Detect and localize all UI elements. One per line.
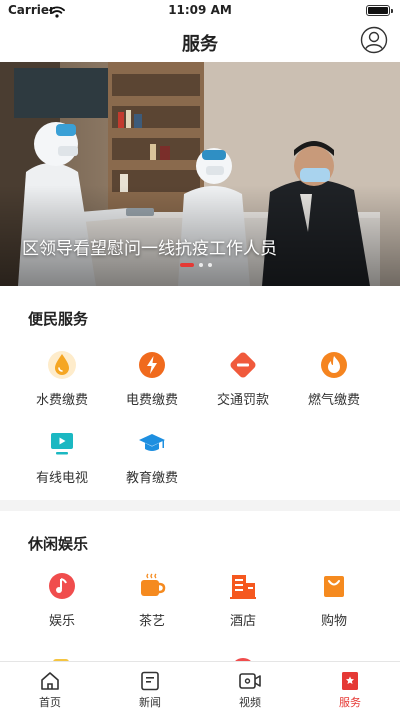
section-title: 休闲娱乐: [28, 535, 89, 553]
leisure-item-label: 酒店: [229, 614, 256, 629]
tab-label: 服务: [339, 696, 361, 709]
leisure-item-hotel[interactable]: 酒店: [193, 571, 293, 641]
tab-label: 首页: [39, 696, 61, 709]
leisure-item-label: 购物: [320, 614, 347, 629]
battery-icon: [366, 5, 393, 16]
service-item-label: 交通罚款: [216, 393, 269, 408]
service-item-traffic-fine[interactable]: 交通罚款: [193, 350, 293, 420]
convenience-services-section: 便民服务 水费缴费 电费缴费 交通罚款 燃气缴费 有线电视 教育缴费: [0, 286, 400, 500]
service-item-cable-tv[interactable]: 有线电视: [12, 428, 112, 498]
lightning-icon: [139, 352, 165, 378]
leisure-item-entertainment[interactable]: 娱乐: [12, 571, 112, 641]
pagination-dot-2[interactable]: [199, 263, 203, 267]
tab-label: 新闻: [139, 696, 161, 709]
leisure-item-shopping[interactable]: 购物: [284, 571, 384, 641]
tab-services[interactable]: 服务: [300, 670, 400, 710]
service-item-label: 有线电视: [35, 471, 88, 486]
leisure-item-label: 娱乐: [48, 614, 75, 629]
tab-label: 视频: [239, 696, 261, 709]
pagination-dot-1[interactable]: [180, 263, 194, 267]
tv-icon: [51, 433, 73, 455]
banner-caption: 区领导看望慰问一线抗疫工作人员: [22, 239, 277, 259]
leisure-item-label: 茶艺: [138, 614, 165, 629]
service-bookmark-icon: [342, 672, 358, 690]
navigation-bar: 服务: [0, 22, 400, 62]
graduation-cap-icon: [139, 434, 165, 451]
music-note-icon: [49, 573, 75, 599]
section-title: 便民服务: [28, 310, 89, 328]
hotel-building-icon: [230, 575, 256, 599]
home-icon: [41, 672, 59, 690]
bottom-tab-bar: 首页 新闻 视频 服务: [0, 661, 400, 710]
tab-news[interactable]: 新闻: [100, 670, 200, 710]
tea-cup-icon: [141, 573, 166, 596]
news-banner[interactable]: 区领导看望慰问一线抗疫工作人员: [0, 62, 400, 286]
service-item-electricity[interactable]: 电费缴费: [102, 350, 202, 420]
banner-pagination[interactable]: [180, 263, 212, 267]
video-icon: [239, 673, 261, 689]
leisure-section: 休闲娱乐 娱乐 茶艺 酒店 购物: [0, 511, 400, 682]
tab-video[interactable]: 视频: [200, 670, 300, 710]
service-screen: Carrier 11:09 AM 服务 区领导看望慰问一线抗疫工作人员 便民服务…: [0, 0, 400, 710]
water-drop-icon: [48, 351, 76, 379]
news-icon: [141, 671, 159, 691]
profile-button[interactable]: [360, 26, 388, 54]
service-item-water[interactable]: 水费缴费: [12, 350, 112, 420]
service-item-education[interactable]: 教育缴费: [102, 428, 202, 498]
shopping-bag-icon: [324, 576, 344, 597]
service-item-label: 水费缴费: [35, 393, 88, 408]
status-bar: Carrier 11:09 AM: [0, 0, 400, 22]
section-divider: [0, 500, 400, 511]
flame-icon: [321, 352, 347, 378]
service-item-label: 燃气缴费: [307, 393, 360, 408]
service-item-gas[interactable]: 燃气缴费: [284, 350, 384, 420]
clock: 11:09 AM: [168, 3, 232, 17]
service-item-label: 电费缴费: [125, 393, 178, 408]
leisure-item-tea[interactable]: 茶艺: [102, 571, 202, 641]
pagination-dot-3[interactable]: [208, 263, 212, 267]
user-avatar-icon: [360, 26, 388, 54]
page-title: 服务: [182, 34, 218, 55]
tab-home[interactable]: 首页: [0, 670, 100, 710]
traffic-sign-icon: [230, 352, 256, 378]
service-item-label: 教育缴费: [125, 471, 178, 486]
